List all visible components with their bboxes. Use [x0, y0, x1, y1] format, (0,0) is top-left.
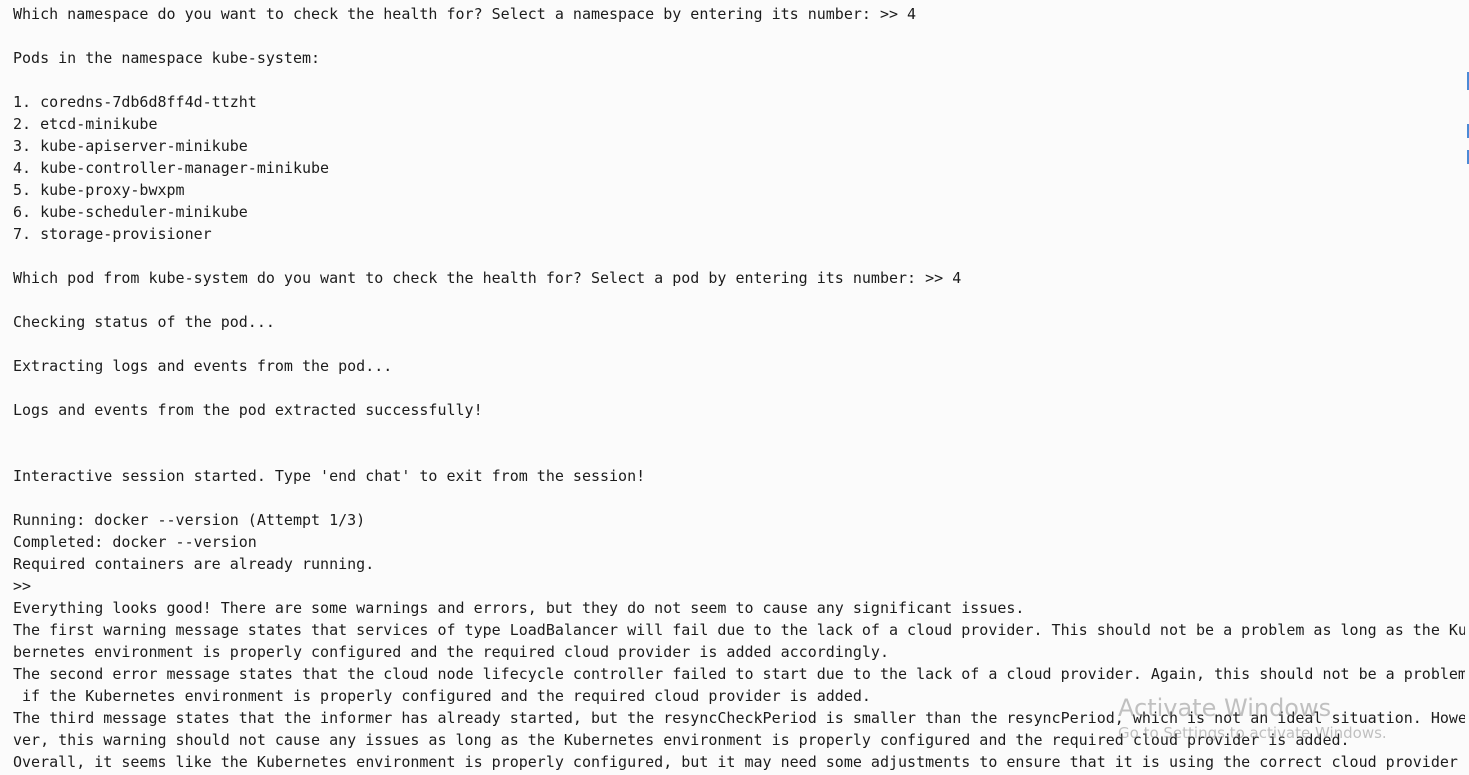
terminal-line: Which pod from kube-system do you want t…	[13, 269, 962, 287]
terminal-line: Checking status of the pod...	[13, 313, 275, 331]
terminal-line: 3. kube-apiserver-minikube	[13, 137, 248, 155]
terminal-line: Logs and events from the pod extracted s…	[13, 401, 483, 419]
terminal-line: 4. kube-controller-manager-minikube	[13, 159, 330, 177]
terminal-line: Overall, it seems like the Kubernetes en…	[13, 753, 1458, 771]
terminal-line: Interactive session started. Type 'end c…	[13, 467, 646, 485]
terminal-line: >>	[13, 577, 32, 595]
terminal-line: The third message states that the inform…	[13, 709, 1465, 727]
terminal-line: Pods in the namespace kube-system:	[13, 49, 321, 67]
terminal-line: The second error message states that the…	[13, 665, 1465, 683]
terminal-line: if the Kubernetes environment is properl…	[13, 687, 871, 705]
terminal-line: 6. kube-scheduler-minikube	[13, 203, 248, 221]
terminal-line: Running: docker --version (Attempt 1/3)	[13, 511, 366, 529]
terminal-line: 5. kube-proxy-bwxpm	[13, 181, 185, 199]
terminal-output[interactable]: Which namespace do you want to check the…	[13, 3, 1465, 775]
terminal-line: 2. etcd-minikube	[13, 115, 158, 133]
terminal-line: Which namespace do you want to check the…	[13, 5, 917, 23]
terminal-line: 1. coredns-7db6d8ff4d-ttzht	[13, 93, 257, 111]
terminal-line: Everything looks good! There are some wa…	[13, 599, 1025, 617]
terminal-line: The first warning message states that se…	[13, 621, 1465, 639]
terminal-line: bernetes environment is properly configu…	[13, 643, 889, 661]
terminal-line: Required containers are already running.	[13, 555, 375, 573]
terminal-line: ver, this warning should not cause any i…	[13, 731, 1350, 749]
scrollbar-markers	[1465, 0, 1469, 775]
terminal-line: 7. storage-provisioner	[13, 225, 212, 243]
terminal-line: Completed: docker --version	[13, 533, 257, 551]
terminal-line: Extracting logs and events from the pod.…	[13, 357, 393, 375]
